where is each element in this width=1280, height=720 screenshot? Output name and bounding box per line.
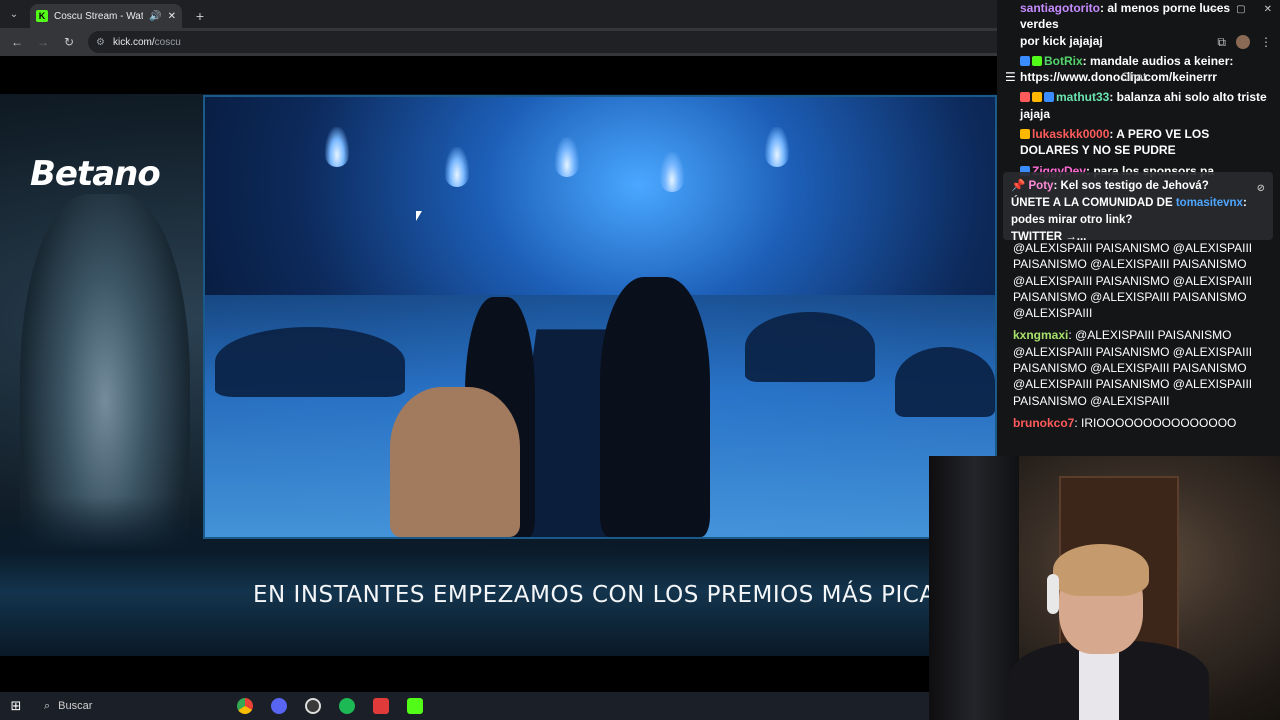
chat-header: Chat	[1121, 70, 1147, 84]
chat-message: por kick jajajaj	[1020, 33, 1103, 48]
discord-icon[interactable]	[264, 692, 294, 720]
stream-overlay-text: EN INSTANTES EMPEZAMOS CON LOS PREMIOS M…	[253, 582, 983, 608]
url-text: kick.com/coscu	[112, 36, 181, 48]
taskbar-search-label: Buscar	[58, 700, 93, 712]
search-icon: ⌕	[44, 699, 51, 712]
banquet-table	[215, 327, 405, 397]
chrome-icon[interactable]	[230, 692, 260, 720]
chandelier	[765, 127, 789, 167]
curtain	[929, 456, 1019, 720]
chat-message: BotRix: mandale audios a keiner:	[997, 53, 1280, 69]
new-tab-button[interactable]: +	[188, 4, 212, 28]
minimize-icon[interactable]: —	[1208, 4, 1218, 15]
page-content: Betano EN INSTANTES EMPEZAMOS CON LOS PR…	[0, 56, 997, 692]
reload-button[interactable]: ↻	[58, 31, 80, 53]
chat-message: brunokco7: IRIOOOOOOOOOOOOOOO	[1013, 415, 1237, 430]
chat-message: mathut33: balanza ahi solo alto triste	[997, 89, 1280, 105]
person-figure	[390, 387, 520, 537]
kick-favicon-icon: K	[36, 10, 48, 22]
windows-start-icon[interactable]: ⊞	[0, 692, 32, 720]
chandelier	[325, 127, 349, 167]
chat-message: @ALEXISPAIII PAISANISMO @ALEXISPAIII PAI…	[1013, 241, 1253, 321]
speaker-icon[interactable]: 🔊	[149, 11, 161, 22]
spotify-icon[interactable]	[332, 692, 362, 720]
user-badges	[1020, 129, 1030, 140]
voicemod-icon[interactable]	[366, 692, 396, 720]
user-badges	[1020, 92, 1054, 103]
obs-icon[interactable]	[298, 692, 328, 720]
headset-icon	[1047, 574, 1059, 614]
chat-message-list: santiagotorito: al menos porne luces ver…	[997, 0, 1280, 179]
maximize-icon[interactable]: ▢	[1236, 4, 1245, 15]
tab-coscu-stream[interactable]: K Coscu Stream - Watch Live 🔊 ✕	[30, 4, 182, 28]
banquet-table	[745, 312, 875, 382]
chat-panel: — ▢ ✕ ⧉ ⋮ santiagotorito: al menos porne…	[997, 0, 1280, 456]
mouse-cursor-icon	[416, 211, 422, 221]
chat-message: lukaskkk0000: A PERO VE LOS	[997, 126, 1280, 142]
streamer-webcam	[929, 456, 1280, 720]
chandelier	[555, 137, 579, 177]
tab-title: Coscu Stream - Watch Live	[54, 10, 144, 22]
windows-taskbar: ⊞ ⌕ Buscar	[0, 692, 929, 720]
chandelier	[660, 152, 684, 192]
kick-app-icon[interactable]	[400, 692, 430, 720]
tab-search-icon[interactable]: ⌄	[0, 0, 28, 28]
pin-icon: 📌	[1011, 180, 1029, 192]
award-statue-image	[20, 194, 190, 654]
close-tab-icon[interactable]: ✕	[168, 11, 176, 22]
chat-scroll-area[interactable]: @ALEXISPAIII PAISANISMO @ALEXISPAIII PAI…	[997, 238, 1280, 431]
user-badges	[1020, 55, 1042, 66]
banquet-table	[895, 347, 995, 417]
address-bar[interactable]: ⚙ kick.com/coscu	[88, 31, 1048, 53]
window-controls: — ▢ ✕	[1208, 4, 1272, 15]
person-figure	[600, 277, 710, 537]
site-info-icon[interactable]: ⚙	[96, 37, 105, 48]
pinned-message[interactable]: ⊘ 📌 Poty: Kel sos testigo de Jehová? ÚNE…	[1003, 172, 1273, 243]
chandelier	[445, 147, 469, 187]
chat-message: DOLARES Y NO SE PUDRE	[1020, 143, 1176, 158]
chat-menu-icon[interactable]: ☰	[1005, 70, 1016, 84]
close-window-icon[interactable]: ✕	[1264, 4, 1272, 15]
betano-logo: Betano	[30, 154, 161, 194]
back-button[interactable]: ←	[6, 31, 28, 53]
chat-message: kxngmaxi: @ALEXISPAIII PAISANISMO @ALEXI…	[1013, 328, 1253, 408]
chat-message: jajaja	[1020, 106, 1051, 121]
hide-pinned-icon[interactable]: ⊘	[1257, 180, 1265, 197]
streamer-shirt	[1079, 651, 1119, 720]
forward-button[interactable]: →	[32, 31, 54, 53]
taskbar-search[interactable]: ⌕ Buscar	[36, 692, 226, 720]
streamer-hair	[1053, 544, 1149, 596]
hall-video-frame[interactable]	[203, 95, 997, 539]
